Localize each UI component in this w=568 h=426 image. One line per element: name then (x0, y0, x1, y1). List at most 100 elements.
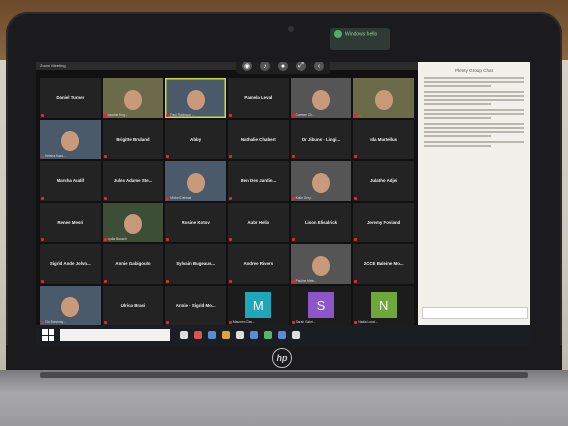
participant-tile[interactable]: Clo Bohenay... (40, 285, 101, 325)
participant-tile[interactable]: N Nadia Lurat... (353, 285, 414, 325)
participant-tile[interactable]: Michel Delmas (165, 161, 226, 201)
chevron-left-icon[interactable]: ‹ (314, 62, 324, 71)
muted-mic-icon (291, 279, 295, 283)
participant-tile[interactable]: Nathalie Chabert (228, 119, 289, 159)
sticker-text: Windows hello (345, 31, 378, 38)
participant-tile[interactable]: Pauline Mele... (290, 244, 352, 284)
participant-tile[interactable]: Sigrid Ande Jolvn... (40, 244, 101, 284)
muted-mic-icon (291, 196, 295, 200)
app-icon[interactable] (264, 331, 272, 339)
chat-input[interactable] (422, 307, 528, 319)
muted-mic-icon (41, 113, 44, 117)
participant-tile[interactable]: Jules Adame Ste... (102, 161, 164, 201)
participant-name: Annie Gabigoulo (115, 261, 151, 267)
participant-tile[interactable]: Jeremy Foviand (353, 202, 414, 242)
participant-tile[interactable]: Pamela Leval (228, 78, 289, 118)
participant-tile[interactable]: Lydia Bausch (102, 202, 164, 242)
speaker-icon[interactable]: ♪ (260, 62, 270, 71)
muted-mic-icon (41, 238, 44, 241)
muted-mic-icon (103, 279, 107, 283)
participant-video (123, 89, 142, 110)
participant-name: Brigitte Bruland (116, 136, 150, 142)
participant-name: Daniel Turner (56, 95, 85, 101)
participant-name: Andree Rivers (243, 261, 274, 267)
participant-name: Ida Martellus (370, 136, 398, 142)
zoom-logo-icon[interactable]: ◉ (242, 62, 252, 71)
participant-tile[interactable]: Daniel Turner (40, 78, 101, 118)
participant-tile[interactable]: Annie - Sigrid Mo... (165, 285, 226, 325)
participant-name: Aubr Helix (247, 219, 270, 225)
muted-mic-icon (229, 238, 232, 241)
app-icon[interactable] (292, 331, 300, 339)
taskbar-apps (180, 331, 300, 339)
participant-tile[interactable]: Marsha Audif (40, 161, 101, 201)
app-icon[interactable] (194, 331, 202, 339)
participant-caption: Michel Delmas (170, 195, 192, 200)
taskbar-search-input[interactable] (60, 329, 170, 341)
chat-message (424, 99, 524, 101)
participant-tile[interactable]: 2CCE Baleine Mo... (353, 244, 414, 284)
mic-icon[interactable]: ● (278, 62, 288, 71)
muted-mic-icon (354, 238, 358, 241)
participant-caption: Laurine Kng... (107, 112, 128, 117)
participant-name: Renee Mesri (57, 219, 84, 225)
fullscreen-icon[interactable]: ⤢ (296, 62, 306, 71)
participant-name: Sigrid Ande Jolvn... (49, 261, 91, 267)
participant-tile[interactable]: Lison Elisalrick (290, 202, 352, 242)
participant-tile[interactable]: Carmen Ch... (290, 78, 352, 118)
participant-tile[interactable]: Aubr Helix (228, 202, 289, 242)
zoom-toolbar: ◉ ♪ ● ⤢ ‹ (236, 62, 330, 74)
participant-video (123, 214, 142, 235)
participant-tile[interactable]: Rosine Kotov (165, 202, 226, 242)
muted-mic-icon (166, 321, 170, 324)
hello-sticker: Windows hello (330, 28, 390, 50)
mail-icon[interactable] (250, 331, 258, 339)
participant-grid: Daniel Turner Laurine Kng... Paul Robinson… (40, 78, 414, 325)
participant-tile[interactable]: Renee Mesri (40, 202, 101, 242)
muted-mic-icon (354, 321, 358, 324)
muted-mic-icon (166, 196, 170, 200)
muted-mic-icon (354, 113, 358, 117)
chat-message (424, 95, 524, 97)
participant-tile[interactable]: Laurine Kng... (102, 78, 164, 118)
participant-tile[interactable]: Dr Jibuns - Lingi... (290, 119, 352, 159)
participant-tile[interactable]: Sylvain Bugeaus... (165, 244, 226, 284)
participant-tile[interactable]: Annie Gabigoulo (102, 244, 164, 284)
participant-caption: Sarah Gabri... (295, 320, 316, 324)
participant-tile[interactable]: S Sarah Gabri... (290, 285, 352, 325)
edge-icon[interactable] (208, 331, 216, 339)
participant-caption: Helena Kass... (45, 154, 66, 158)
participant-tile[interactable]: Paul Robinson ... (165, 78, 226, 118)
participant-tile[interactable]: Julatho Adjei (353, 161, 414, 201)
chat-panel: Plenty Group Chat (418, 62, 530, 325)
muted-mic-icon (103, 113, 107, 117)
task-view-icon[interactable] (180, 331, 188, 339)
muted-mic-icon (229, 279, 232, 283)
participant-tile[interactable]: Ida Martellus (353, 119, 414, 159)
store-icon[interactable] (236, 331, 244, 339)
muted-mic-icon (103, 155, 107, 158)
participant-tile[interactable]: Katie Grey... (290, 161, 352, 201)
folder-icon[interactable] (222, 331, 230, 339)
participant-tile[interactable]: Ben Des Jardin... (228, 161, 289, 201)
participant-tile[interactable]: Brigitte Bruland (102, 119, 164, 159)
chat-message (424, 131, 524, 133)
participant-tile[interactable]: Andree Rivers (228, 244, 289, 284)
participant-caption: Pauline Mele... (295, 278, 317, 283)
participant-name: Lison Elisalrick (304, 219, 338, 225)
participant-tile[interactable]: M Maureen Dav... (228, 285, 289, 325)
windows-start-icon[interactable] (42, 329, 54, 341)
muted-mic-icon (103, 321, 107, 324)
muted-mic-icon (103, 196, 107, 200)
participant-tile[interactable]: ... (353, 78, 414, 118)
zoom-icon[interactable] (278, 331, 286, 339)
chat-message (424, 113, 524, 115)
chat-message (424, 109, 524, 111)
participant-tile[interactable]: Ulrica Brasi (102, 285, 164, 325)
participant-tile[interactable]: Abby (165, 119, 226, 159)
participant-tile[interactable]: Helena Kass... (40, 119, 101, 159)
chat-message (424, 141, 524, 143)
participant-name: Marsha Audif (56, 178, 85, 184)
participant-video (311, 255, 330, 276)
webcam (288, 26, 294, 32)
